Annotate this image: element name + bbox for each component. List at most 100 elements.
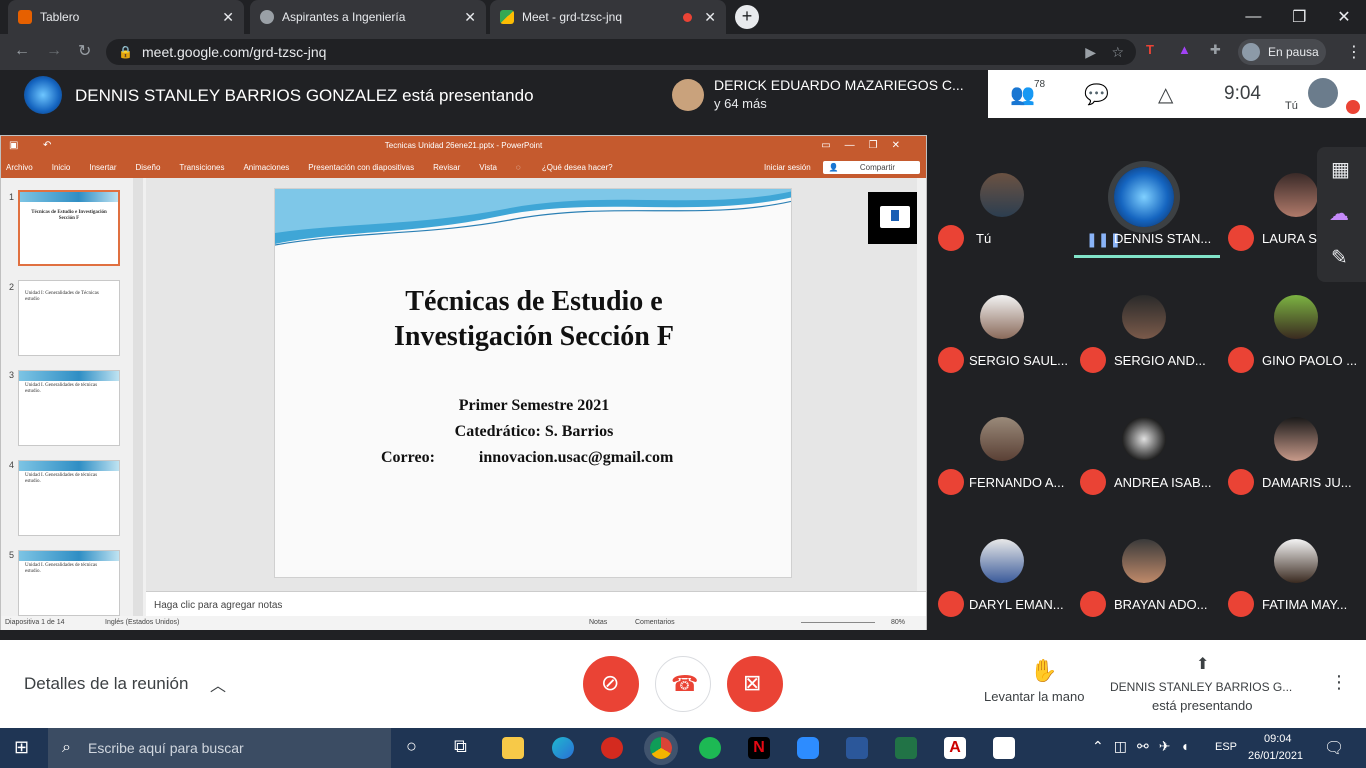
mic-off-icon <box>938 347 964 373</box>
avatar <box>1274 173 1318 217</box>
notes-pane[interactable]: Haga clic para agregar notas <box>146 591 926 616</box>
thumbnail-slide-3[interactable]: Unidad I. Generalidades de técnicas estu… <box>18 370 120 446</box>
participant-tile[interactable]: DARYL EMAN... <box>932 525 1072 635</box>
ppt-window-controls[interactable]: ▭—❐✕ <box>821 136 914 156</box>
tab-aspirantes[interactable]: Aspirantes a Ingeniería ✕ <box>250 0 486 34</box>
keyboard-language[interactable]: ESP <box>1215 741 1237 753</box>
thumbs-scrollbar[interactable] <box>133 178 143 616</box>
participant-tile[interactable]: ANDREA ISAB... <box>1074 403 1214 513</box>
edge-icon[interactable] <box>552 737 574 759</box>
ribbon-tab[interactable]: Diseño <box>136 163 161 172</box>
zoom-slider[interactable] <box>801 622 875 623</box>
ribbon-tab[interactable]: Insertar <box>89 163 116 172</box>
tab-meet[interactable]: Meet - grd-tzsc-jnq ✕ <box>490 0 726 34</box>
notifications-icon[interactable]: 🗨 <box>1324 738 1344 758</box>
clock-time[interactable]: 09:04 <box>1264 733 1292 745</box>
participant-tile[interactable]: SERGIO AND... <box>1074 281 1214 391</box>
chevron-up-icon[interactable]: ︿ <box>210 672 226 696</box>
thumb-text: Unidad I. Generalidades de técnicas estu… <box>25 383 98 394</box>
present-icon[interactable]: ⬆ <box>1196 654 1209 674</box>
participant-tile[interactable]: DAMARIS JU... <box>1226 403 1366 513</box>
weather-icon[interactable]: ☁ <box>1329 201 1349 226</box>
cortana-icon[interactable]: ○ <box>406 736 417 757</box>
extension-icon[interactable]: T <box>1146 42 1154 57</box>
close-tab-icon[interactable]: ✕ <box>704 9 716 26</box>
activities-icon[interactable]: △ <box>1158 82 1173 107</box>
ribbon-tab[interactable]: Revisar <box>433 163 460 172</box>
presenting-name[interactable]: DENNIS STANLEY BARRIOS G... <box>1110 680 1292 694</box>
word-icon[interactable] <box>846 737 868 759</box>
participant-tile[interactable]: FERNANDO A... <box>932 403 1072 513</box>
notes-toggle[interactable]: Notas <box>589 616 607 630</box>
ribbon-tab[interactable]: Transiciones <box>179 163 224 172</box>
participant-tile[interactable]: GINO PAOLO ... <box>1226 281 1366 391</box>
extension-icon[interactable]: ▲ <box>1178 42 1191 57</box>
url-input[interactable]: 🔒 meet.google.com/grd-tzsc-jnq ▶ ☆ <box>106 39 1136 65</box>
ribbon-tab[interactable]: Vista <box>479 163 497 172</box>
acrobat-icon[interactable]: A <box>944 737 966 759</box>
bookmark-star-icon[interactable]: ☆ <box>1111 39 1124 65</box>
reload-icon[interactable]: ↻ <box>78 41 91 61</box>
slide-scrollbar[interactable] <box>917 178 926 591</box>
file-explorer-icon[interactable] <box>502 737 524 759</box>
chrome-icon[interactable] <box>650 737 672 759</box>
thumbnail-slide-1[interactable]: Técnicas de Estudio e Investigación Secc… <box>18 190 120 266</box>
participant-tile[interactable]: BRAYAN ADO... <box>1074 525 1214 635</box>
raise-hand-icon[interactable]: ✋ <box>1030 658 1057 684</box>
more-options-icon[interactable]: ⋮ <box>1330 672 1348 693</box>
pen-icon[interactable]: ✎ <box>1331 245 1348 270</box>
comments-toggle[interactable]: Comentarios <box>635 616 675 630</box>
thumbnail-slide-2[interactable]: Unidad I: Generalidades de Técnicas estu… <box>18 280 120 356</box>
close-tab-icon[interactable]: ✕ <box>464 9 476 26</box>
tab-tablero[interactable]: Tablero ✕ <box>8 0 244 34</box>
minimize-icon[interactable]: — <box>1245 8 1261 26</box>
thumbnail-slide-4[interactable]: Unidad I. Generalidades de técnicas estu… <box>18 460 120 536</box>
forward-icon[interactable]: → <box>46 42 62 60</box>
ribbon-tab[interactable]: Inicio <box>52 163 71 172</box>
profile-button[interactable]: En pausa <box>1238 39 1326 65</box>
maximize-icon[interactable]: ❐ <box>1292 7 1306 27</box>
puzzle-icon[interactable]: ✚ <box>1210 42 1221 58</box>
thumbnail-slide-5[interactable]: Unidad I. Generalidades de técnicas estu… <box>18 550 120 616</box>
participant-tile[interactable]: SERGIO SAUL... <box>932 281 1072 391</box>
clock-date[interactable]: 26/01/2021 <box>1248 750 1303 762</box>
zoom-icon[interactable] <box>797 737 819 759</box>
task-view-icon[interactable]: ⧉ <box>454 736 467 757</box>
raise-hand-label[interactable]: Levantar la mano <box>984 689 1084 704</box>
system-tray-icons[interactable]: ⌃◫⚯✈◖ <box>1092 738 1199 755</box>
people-icon[interactable]: 👥 <box>1010 82 1035 107</box>
ribbon-tab[interactable]: Animaciones <box>243 163 289 172</box>
ribbon-tab[interactable]: Archivo <box>6 163 33 172</box>
new-tab-button[interactable]: + <box>735 5 759 29</box>
tell-me-input[interactable]: ◌ ¿Qué desea hacer? <box>516 163 632 172</box>
excel-icon[interactable] <box>895 737 917 759</box>
search-icon: ⌕ <box>62 739 71 756</box>
share-button[interactable]: 👤 Compartir <box>822 160 920 174</box>
app-icon[interactable] <box>993 737 1015 759</box>
camera-toggle-button[interactable]: ⊠ <box>727 656 783 712</box>
participant-tile[interactable]: Tú <box>932 159 1072 269</box>
participant-tile-active[interactable]: ❚❚❚ DENNIS STAN... <box>1074 159 1220 269</box>
netflix-icon[interactable]: N <box>748 737 770 759</box>
leave-call-button[interactable]: ☎ <box>655 656 711 712</box>
signin-link[interactable]: Iniciar sesión <box>764 163 811 172</box>
participant-tile[interactable]: FATIMA MAY... <box>1226 525 1366 635</box>
meeting-details-button[interactable]: Detalles de la reunión <box>24 674 188 694</box>
close-tab-icon[interactable]: ✕ <box>222 9 234 26</box>
ribbon-tab[interactable]: Presentación con diapositivas <box>308 163 414 172</box>
grid-icon[interactable]: ▦ <box>1331 157 1350 182</box>
mic-toggle-button[interactable]: ⊘ <box>583 656 639 712</box>
spotify-icon[interactable] <box>699 737 721 759</box>
back-icon[interactable]: ← <box>14 42 30 60</box>
taskbar-search-input[interactable]: ⌕ Escribe aquí para buscar <box>48 728 391 768</box>
windows-start-icon[interactable]: ⊞ <box>14 737 29 758</box>
chat-icon[interactable]: 💬 <box>1084 82 1109 107</box>
undo-icon[interactable]: ↶ <box>43 136 51 156</box>
avatar <box>1122 417 1166 461</box>
camera-icon[interactable]: ▶ <box>1085 39 1096 65</box>
slide-canvas[interactable]: Técnicas de Estudio e Investigación Secc… <box>274 188 792 578</box>
opera-icon[interactable] <box>601 737 623 759</box>
menu-icon[interactable]: ⋮ <box>1346 42 1362 62</box>
save-icon[interactable]: ▣ <box>9 136 18 156</box>
close-window-icon[interactable]: ✕ <box>1337 7 1350 27</box>
